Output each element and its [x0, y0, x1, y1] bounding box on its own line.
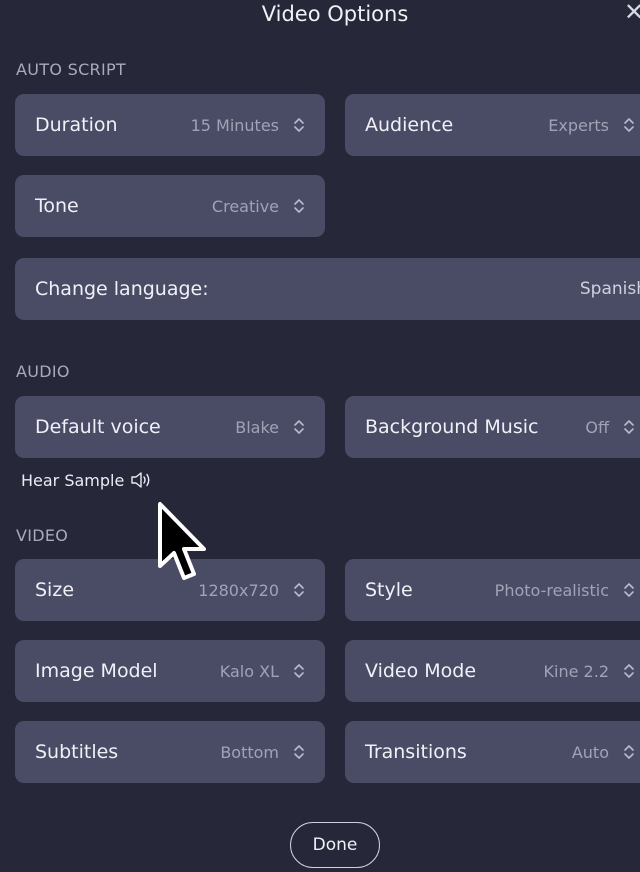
- chevron-updown-icon: [294, 118, 304, 132]
- chevron-updown-icon: [294, 199, 304, 213]
- chevron-updown-icon: [624, 118, 634, 132]
- style-value: Photo-realistic: [494, 580, 609, 600]
- default-voice-select[interactable]: Default voice Blake: [15, 396, 325, 458]
- audience-value: Experts: [548, 115, 609, 135]
- audience-label: Audience: [365, 114, 454, 136]
- hear-sample-button[interactable]: Hear Sample: [21, 468, 152, 492]
- background-music-select[interactable]: Background Music Off: [345, 396, 640, 458]
- section-label-audio: AUDIO: [16, 362, 70, 381]
- default-voice-value: Blake: [235, 417, 279, 437]
- chevron-updown-icon: [294, 745, 304, 759]
- transitions-label: Transitions: [365, 741, 467, 763]
- style-select[interactable]: Style Photo-realistic: [345, 559, 640, 621]
- done-button[interactable]: Done: [290, 822, 380, 868]
- section-label-video: VIDEO: [16, 526, 69, 545]
- transitions-select[interactable]: Transitions Auto: [345, 721, 640, 783]
- subtitles-select[interactable]: Subtitles Bottom: [15, 721, 325, 783]
- chevron-updown-icon: [294, 420, 304, 434]
- video-mode-select[interactable]: Video Mode Kine 2.2: [345, 640, 640, 702]
- subtitles-value: Bottom: [220, 742, 279, 762]
- change-language-label: Change language:: [35, 278, 209, 300]
- video-mode-label: Video Mode: [365, 660, 477, 682]
- chevron-updown-icon: [624, 664, 634, 678]
- audience-select[interactable]: Audience Experts: [345, 94, 640, 156]
- background-music-label: Background Music: [365, 416, 539, 438]
- speaker-icon: [131, 472, 150, 488]
- chevron-updown-icon: [624, 745, 634, 759]
- chevron-updown-icon: [624, 583, 634, 597]
- hear-sample-label: Hear Sample: [21, 470, 125, 490]
- image-model-label: Image Model: [35, 660, 158, 682]
- duration-select[interactable]: Duration 15 Minutes: [15, 94, 325, 156]
- duration-label: Duration: [35, 114, 118, 136]
- change-language-select[interactable]: Change language: Spanish: [15, 258, 640, 320]
- tone-label: Tone: [35, 195, 79, 217]
- chevron-updown-icon: [624, 420, 634, 434]
- change-language-value: Spanish: [579, 279, 640, 299]
- tone-select[interactable]: Tone Creative: [15, 175, 325, 237]
- dialog-title: Video Options: [261, 2, 409, 26]
- transitions-value: Auto: [571, 742, 609, 762]
- default-voice-label: Default voice: [35, 416, 161, 438]
- chevron-updown-icon: [294, 583, 304, 597]
- style-label: Style: [365, 579, 413, 601]
- chevron-updown-icon: [294, 664, 304, 678]
- image-model-value: Kalo XL: [219, 661, 279, 681]
- video-mode-value: Kine 2.2: [543, 661, 609, 681]
- tone-value: Creative: [211, 196, 279, 216]
- duration-value: 15 Minutes: [190, 115, 279, 135]
- section-label-auto-script: AUTO SCRIPT: [16, 60, 126, 79]
- image-model-select[interactable]: Image Model Kalo XL: [15, 640, 325, 702]
- close-icon[interactable]: ✕: [624, 0, 640, 28]
- mouse-cursor-icon: [158, 502, 206, 580]
- subtitles-label: Subtitles: [35, 741, 119, 763]
- background-music-value: Off: [585, 417, 609, 437]
